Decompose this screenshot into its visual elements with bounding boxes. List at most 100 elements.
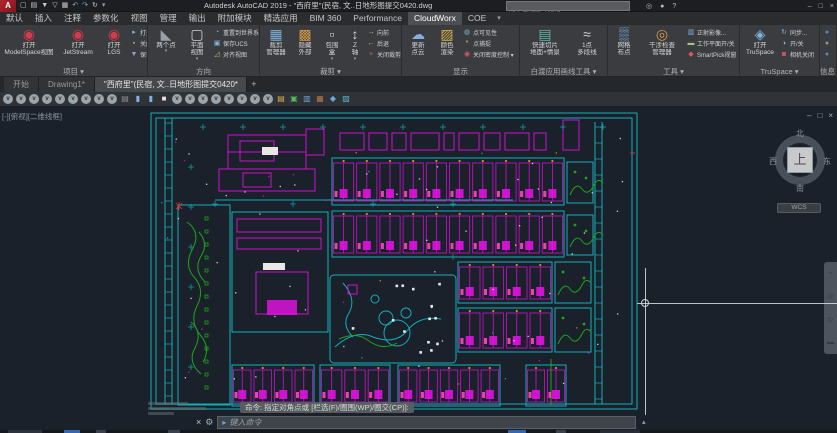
interference-check-button[interactable]: ◎干涉检查管理器 xyxy=(640,26,684,57)
ribbon-tab-COE[interactable]: COE xyxy=(462,12,492,25)
ribbon-tab-参数化[interactable]: 参数化 xyxy=(87,12,125,25)
hide-outside-button[interactable]: ▩隐藏外部 xyxy=(292,26,318,57)
file-tab[interactable]: Drawing1* xyxy=(39,77,95,92)
update-pointcloud-button[interactable]: ☁更新点云 xyxy=(405,26,431,57)
model-space-canvas[interactable]: [-][俯视][二维线框] xyxy=(0,107,837,433)
brown-tool-icon[interactable]: ▦ xyxy=(315,94,325,104)
reset-to-world-button[interactable]: ◔重置到世界系 xyxy=(213,28,259,37)
search-icon[interactable]: ◎ xyxy=(646,2,652,10)
badge-icon[interactable]: v xyxy=(107,94,117,104)
clip-forward-button[interactable]: →向前 xyxy=(367,28,401,37)
badge-icon[interactable]: v xyxy=(55,94,65,104)
clip-manager-button[interactable]: ▦裁剪管理器 xyxy=(263,26,289,57)
panel-label[interactable]: 项目 ▾ xyxy=(0,67,147,77)
ribbon-tab-overflow-icon[interactable]: ▾ xyxy=(492,12,506,25)
badge-icon[interactable]: v xyxy=(250,94,260,104)
info-button-3[interactable]: ● xyxy=(823,50,831,59)
viewcube-top-face[interactable]: 上 xyxy=(787,147,813,173)
wcs-dropdown[interactable]: WCS xyxy=(777,203,821,213)
badge-icon[interactable]: v xyxy=(68,94,78,104)
panel-label[interactable]: 信息 ▾ xyxy=(820,67,836,77)
command-field[interactable]: ▸ xyxy=(217,416,636,429)
badge-icon[interactable]: v xyxy=(81,94,91,104)
viewcube-south-label[interactable]: 南 xyxy=(795,183,805,194)
clip-off-button[interactable]: ×关闭裁剪 xyxy=(367,50,401,59)
panel-label[interactable]: 白渡应用画线工具 ▾ xyxy=(520,67,607,77)
badge-icon[interactable]: v xyxy=(172,94,182,104)
layers-icon[interactable]: ▤ xyxy=(276,94,286,104)
save-icon[interactable]: ▼ xyxy=(41,0,48,12)
viewport-restore-button[interactable]: □ xyxy=(817,111,822,120)
ribbon-tab-管理[interactable]: 管理 xyxy=(154,12,183,25)
smartpick-button[interactable]: ◆SmartPick视窗 xyxy=(687,50,736,59)
badge-icon[interactable]: v xyxy=(263,94,273,104)
point-visibility-button[interactable]: ◍点可见性 xyxy=(463,28,514,37)
badge-icon[interactable]: v xyxy=(94,94,104,104)
help-icon[interactable]: ? xyxy=(672,3,676,10)
panel-label[interactable]: 方向 xyxy=(148,67,259,77)
plan-view-button[interactable]: ▢平面视图▾ xyxy=(184,26,210,63)
ribbon-tab-Performance[interactable]: Performance xyxy=(347,12,408,25)
lock-icon[interactable]: ▮ xyxy=(133,94,143,104)
viewport-minimize-button[interactable]: – xyxy=(807,111,811,120)
lock-icon[interactable]: ▮ xyxy=(146,94,156,104)
project-save-button[interactable]: ▼保存 xyxy=(130,50,148,59)
navbar-icon[interactable]: ◎ xyxy=(827,292,833,300)
navbar-icon[interactable]: + xyxy=(828,270,832,277)
bounding-box-button[interactable]: ▫包围盒▾ xyxy=(321,26,343,63)
viewcube[interactable]: 北 南 西 东 上 xyxy=(768,128,832,192)
info-button-1[interactable]: ● xyxy=(823,28,831,37)
viewcube-north-label[interactable]: 北 xyxy=(795,128,805,139)
ribbon-tab-注释[interactable]: 注释 xyxy=(58,12,87,25)
viewcube-west-label[interactable]: 西 xyxy=(768,156,778,167)
ribbon-tab-附加模块[interactable]: 附加模块 xyxy=(212,12,258,25)
autocad-logo-icon[interactable]: A xyxy=(0,0,16,12)
panel-label[interactable]: TruSpace ▾ xyxy=(740,67,819,77)
panel-label[interactable]: 裁剪 ▾ xyxy=(260,67,401,77)
doc-icon[interactable]: ▤ xyxy=(120,94,130,104)
ribbon-tab-默认[interactable]: 默认 xyxy=(0,12,29,25)
z-axis-button[interactable]: ↕Z轴▾ xyxy=(346,26,364,63)
ribbon-tab-BIM 360[interactable]: BIM 360 xyxy=(304,12,348,25)
badge-icon[interactable]: v xyxy=(16,94,26,104)
camera-off-button[interactable]: ◙相机关闭 xyxy=(780,50,814,59)
redo-icon[interactable]: ↷ xyxy=(82,0,88,12)
maximize-button[interactable]: □ xyxy=(819,3,823,10)
ribbon-tab-插入[interactable]: 插入 xyxy=(29,12,58,25)
blue-tool-icon[interactable]: ▥ xyxy=(302,94,312,104)
badge-icon[interactable]: v xyxy=(185,94,195,104)
plot-icon[interactable]: ▦ xyxy=(62,0,69,12)
file-tab[interactable]: "西府里"(民宿, 文..日地形图提交0420* xyxy=(95,77,247,92)
point-snap-button[interactable]: *点捕捉 xyxy=(463,39,514,48)
square-icon[interactable]: ■ xyxy=(159,94,169,104)
viewport-close-button[interactable]: × xyxy=(828,111,833,120)
undo-icon[interactable]: ↶ xyxy=(72,0,78,12)
open-jetstream-button[interactable]: ◉打开JetStream xyxy=(58,26,98,57)
navigation-bar[interactable]: +◎↻▬ xyxy=(824,262,837,354)
open-file-icon[interactable]: ▤ xyxy=(31,0,38,12)
ribbon-tab-精选应用[interactable]: 精选应用 xyxy=(258,12,304,25)
sync-button[interactable]: ↻同步... xyxy=(780,28,814,37)
command-input[interactable] xyxy=(229,418,631,427)
refresh-icon[interactable]: ↻ xyxy=(92,0,98,12)
badge-icon[interactable]: v xyxy=(211,94,221,104)
pick-tool-icon[interactable]: ◆ xyxy=(328,94,338,104)
teal-tool-icon[interactable]: ▨ xyxy=(341,94,351,104)
account-icon[interactable]: ● xyxy=(660,3,664,10)
panel-label[interactable]: 工具 ▾ xyxy=(608,67,739,77)
project-open-button[interactable]: ▸打开 xyxy=(130,28,148,37)
ribbon-tab-CloudWorx[interactable]: CloudWorx xyxy=(408,12,462,25)
density-control-button[interactable]: ◉关闭密度控制 ▾ xyxy=(463,50,514,59)
open-lgs-button[interactable]: ◉打开LGS xyxy=(101,26,127,57)
new-file-icon[interactable]: ▢ xyxy=(20,0,27,12)
viewcube-east-label[interactable]: 东 xyxy=(822,156,832,167)
minimize-button[interactable]: – xyxy=(808,3,812,10)
green-tool-icon[interactable]: ▣ xyxy=(289,94,299,104)
badge-icon[interactable]: v xyxy=(198,94,208,104)
command-close-icon[interactable]: × xyxy=(196,415,201,429)
ortho-image-button[interactable]: ▥正射影像... xyxy=(687,28,736,37)
project-close-button[interactable]: ▪关闭 xyxy=(130,39,148,48)
navbar-icon[interactable]: ↻ xyxy=(828,316,834,324)
align-view-button[interactable]: ◿对齐视图 xyxy=(213,50,259,59)
color-render-button[interactable]: ▨颜色渲染 xyxy=(434,26,460,57)
